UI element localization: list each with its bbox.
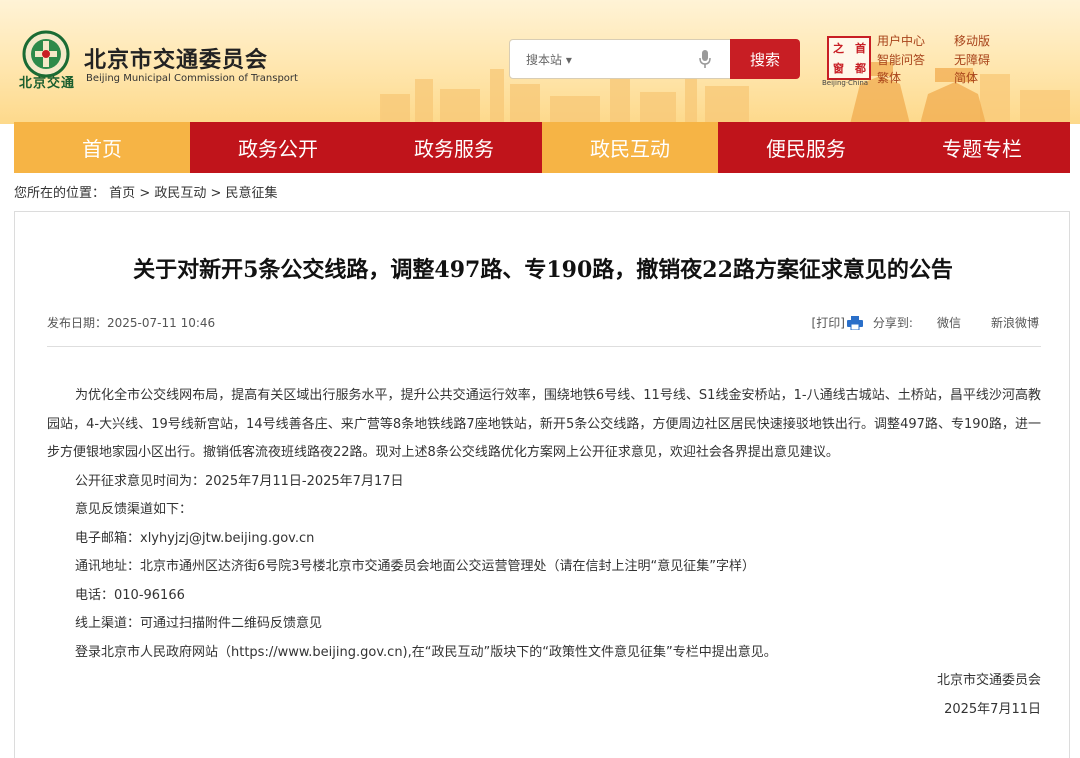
search-scope-dropdown[interactable]: 搜本站 ▾ [526, 51, 572, 68]
nav-home[interactable]: 首页 [14, 122, 190, 173]
seal-char: 窗 [833, 62, 844, 75]
search-box: 搜本站 ▾ [509, 39, 731, 79]
breadcrumb-opinion-collection[interactable]: 民意征集 [226, 186, 278, 201]
search-input[interactable] [590, 48, 690, 70]
title-divider [47, 346, 1041, 347]
search-button[interactable]: 搜索 [730, 39, 800, 79]
nav-special-topics[interactable]: 专题专栏 [894, 122, 1070, 173]
mobile-version-link[interactable]: 移动版 [954, 32, 990, 49]
print-link[interactable]: [打印] [812, 314, 845, 331]
nav-public-interaction[interactable]: 政民互动 [542, 122, 718, 173]
accessibility-link[interactable]: 无障碍 [954, 51, 990, 68]
traditional-chinese-link[interactable]: 繁体 [877, 69, 901, 86]
microphone-icon[interactable] [698, 49, 712, 69]
feedback-address: 通讯地址：北京市通州区达济街6号院3号楼北京市交通委员会地面公交运营管理处（请在… [75, 559, 756, 574]
main-nav: 首页 政务公开 政务服务 政民互动 便民服务 专题专栏 [14, 122, 1070, 173]
feedback-online-channel: 线上渠道：可通过扫描附件二维码反馈意见 [75, 616, 323, 631]
article-title: 关于对新开5条公交线路，调整497路、专190路，撤销夜22路方案征求意见的公告 [133, 257, 953, 283]
share-label: 分享到: [872, 316, 913, 330]
breadcrumb-prefix: 您所在的位置： [14, 186, 106, 201]
logo-short-text: 北京交通 [18, 76, 75, 91]
nav-government-affairs[interactable]: 政务公开 [190, 122, 366, 173]
simplified-chinese-link[interactable]: 简体 [954, 69, 978, 86]
publish-date: 发布日期：2025-07-11 10:46 [47, 314, 215, 331]
feedback-channels-heading: 意见反馈渠道如下： [75, 502, 193, 517]
breadcrumb-home[interactable]: 首页 [109, 186, 135, 201]
seal-char: 之 [833, 42, 844, 55]
consultation-period: 公开征求意见时间为：2025年7月11日-2025年7月17日 [75, 473, 404, 489]
signature-org: 北京市交通委员会 [936, 673, 1041, 688]
feedback-email: 电子邮箱：xlyhyjzj@jtw.beijing.gov.cn [75, 530, 315, 546]
breadcrumb-separator: > [210, 186, 226, 201]
site-subtitle: Beijing Municipal Commission of Transpor… [86, 73, 298, 84]
share-weibo-link[interactable]: 新浪微博 [991, 314, 1039, 331]
smart-qa-link[interactable]: 智能问答 [877, 51, 925, 68]
breadcrumb: 您所在的位置： 首页 > 政民互动 > 民意征集 [14, 182, 278, 201]
publish-date-value: 2025-07-11 10:46 [107, 316, 216, 330]
feedback-gov-website: 登录北京市人民政府网站（https://www.beijing.gov.cn),… [75, 644, 777, 660]
breadcrumb-separator: > [139, 186, 155, 201]
breadcrumb-public-interaction[interactable]: 政民互动 [154, 186, 206, 201]
seal-caption: Beijing·China [822, 79, 869, 87]
user-center-link[interactable]: 用户中心 [877, 32, 925, 49]
seal-char: 首 [855, 42, 866, 55]
printer-icon[interactable] [846, 315, 863, 330]
article-tools: [打印] 分享到: 微信 新浪微博 [812, 314, 1039, 331]
signature-date: 2025年7月11日 [944, 701, 1041, 717]
site-header: 北京交通 北京市交通委员会 Beijing Municipal Commissi… [0, 0, 1080, 124]
publish-date-label: 发布日期： [47, 316, 108, 330]
capital-window-logo[interactable]: 首 都 之 窗 [827, 36, 871, 80]
share-wechat-link[interactable]: 微信 [937, 314, 961, 331]
article-body: 为优化全市公交线网布局，提高有关区域出行服务水平，提升公共交通运行效率，围绕地铁… [47, 382, 1041, 724]
nav-convenience-services[interactable]: 便民服务 [718, 122, 894, 173]
site-title[interactable]: 北京市交通委员会 [84, 42, 268, 74]
feedback-phone: 电话：010-96166 [75, 587, 185, 603]
seal-char: 都 [855, 62, 866, 75]
article-intro-paragraph: 为优化全市公交线网布局，提高有关区域出行服务水平，提升公共交通运行效率，围绕地铁… [47, 388, 1041, 460]
article-container: 关于对新开5条公交线路，调整497路、专190路，撤销夜22路方案征求意见的公告… [14, 211, 1070, 758]
nav-government-services[interactable]: 政务服务 [366, 122, 542, 173]
commission-logo-icon [22, 30, 70, 78]
